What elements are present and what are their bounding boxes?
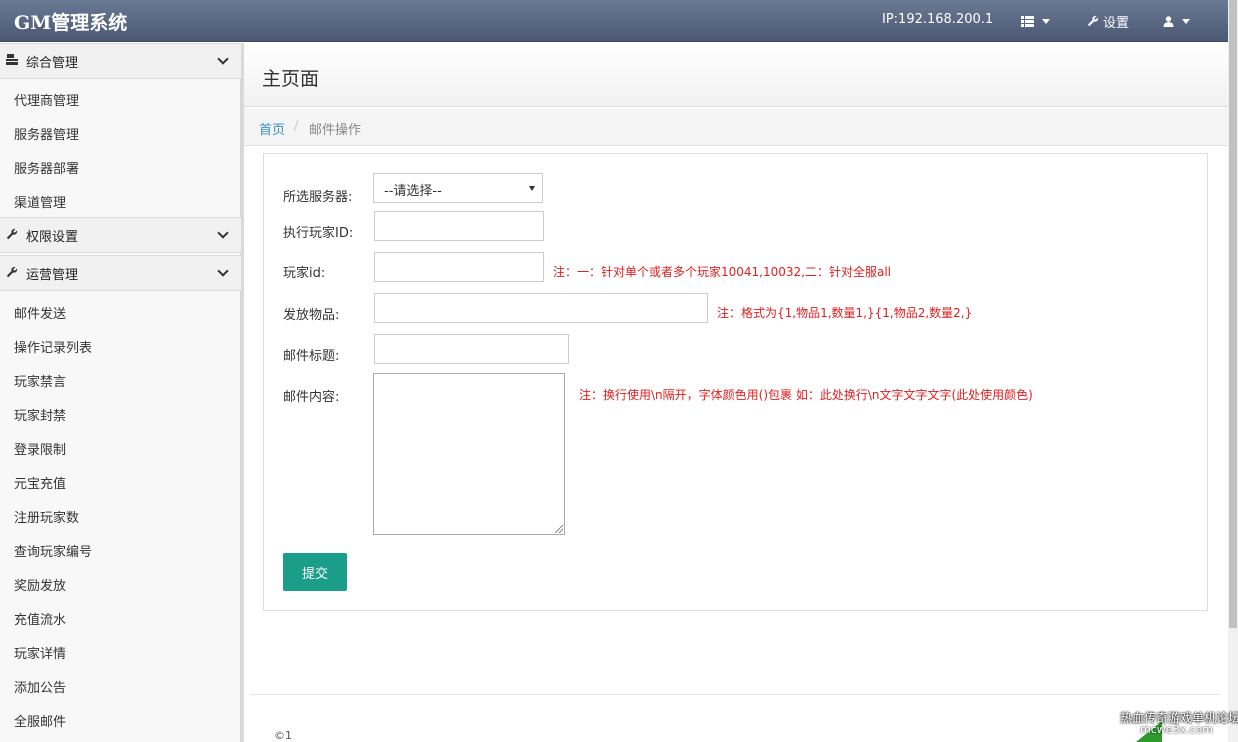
settings-button[interactable]: 设置 (1087, 10, 1129, 32)
sidebar-group-general[interactable]: 综合管理 (0, 43, 241, 79)
wrench-icon (1087, 15, 1099, 27)
chevron-down-icon (217, 265, 229, 277)
sidebar-divider (241, 43, 244, 742)
sidebar (0, 43, 241, 742)
user-menu-button[interactable] (1163, 10, 1190, 32)
page-title: 主页面 (262, 68, 320, 90)
brand-title[interactable]: GM管理系统 (14, 8, 127, 35)
sidebar-group-permissions[interactable]: 权限设置 (0, 217, 241, 253)
sidebar-item-registered-players[interactable]: 注册玩家数 (14, 507, 79, 526)
wrench-icon (4, 266, 20, 281)
dropdown-arrow-icon (529, 186, 535, 191)
server-select-value: --请选择-- (384, 184, 442, 199)
sidebar-item-login-limit[interactable]: 登录限制 (14, 439, 66, 458)
player-id-label: 执行玩家ID: (283, 226, 354, 241)
sidebar-item-player-details[interactable]: 玩家详情 (14, 643, 66, 662)
wrench-icon (4, 228, 20, 243)
mail-content-note: 注：换行使用\n隔开，字体颜色用()包裹 如：此处换行\n文字文字文字(此处使用… (579, 388, 1033, 402)
sidebar-item-player-ban[interactable]: 玩家封禁 (14, 405, 66, 424)
server-icon (4, 54, 20, 68)
items-input[interactable] (374, 293, 708, 323)
sidebar-item-player-mute[interactable]: 玩家禁言 (14, 371, 66, 390)
chevron-down-icon (217, 53, 229, 65)
server-select-label: 所选服务器: (283, 190, 353, 205)
breadcrumb-home-link[interactable]: 首页 (259, 119, 285, 138)
server-select[interactable]: --请选择-- (373, 173, 543, 203)
page-scrollbar[interactable] (1228, 0, 1238, 742)
mail-title-input[interactable] (374, 334, 569, 364)
watermark: 热血传奇游戏单机论坛 mcwe3x.com (1120, 705, 1238, 742)
sidebar-item-server-mail[interactable]: 全服邮件 (14, 711, 66, 730)
chevron-down-icon (1042, 18, 1050, 24)
sidebar-item-player-lookup[interactable]: 查询玩家编号 (14, 541, 92, 560)
footer-copyright: ©1 (274, 729, 292, 742)
mail-title-label: 邮件标题: (283, 349, 340, 364)
user-icon (1163, 15, 1174, 27)
mail-content-textarea[interactable] (373, 373, 565, 535)
sidebar-item-server-deploy[interactable]: 服务器部署 (14, 158, 79, 177)
sidebar-item-mail-send[interactable]: 邮件发送 (14, 303, 66, 322)
resize-grip-icon[interactable] (555, 525, 563, 533)
sidebar-item-recharge[interactable]: 元宝充值 (14, 473, 66, 492)
breadcrumb-current: 邮件操作 (309, 123, 362, 138)
scrollbar-thumb[interactable] (1229, 0, 1237, 628)
items-label: 发放物品: (283, 308, 340, 323)
sidebar-group-label: 综合管理 (26, 55, 79, 71)
player-id-input[interactable] (374, 211, 544, 241)
mail-content-label: 邮件内容: (283, 390, 340, 405)
sidebar-item-channels[interactable]: 渠道管理 (14, 192, 66, 211)
target-player-input[interactable] (374, 252, 544, 282)
sidebar-group-label: 运营管理 (26, 267, 79, 283)
sidebar-item-operation-log[interactable]: 操作记录列表 (14, 337, 92, 356)
sidebar-group-label: 权限设置 (26, 229, 79, 245)
top-navbar: GM管理系统 IP:192.168.200.1 设置 (0, 0, 1228, 42)
footer-divider (250, 694, 1220, 695)
list-icon (1021, 15, 1034, 27)
sidebar-item-servers[interactable]: 服务器管理 (14, 124, 79, 143)
ip-address: IP:192.168.200.1 (882, 12, 994, 27)
target-player-note: 注：一：针对单个或者多个玩家10041,10032,二：针对全服all (553, 265, 891, 279)
watermark-subtext: mcwe3x.com (1140, 723, 1214, 736)
breadcrumb-separator: / (294, 119, 299, 134)
page-header: 主页面 (244, 43, 1228, 107)
sidebar-item-add-notice[interactable]: 添加公告 (14, 677, 66, 696)
breadcrumb: 首页 / 邮件操作 (244, 108, 1228, 146)
submit-button[interactable]: 提交 (283, 553, 347, 591)
items-note: 注：格式为{1,物品1,数量1,}{1,物品2,数量2,} (717, 306, 973, 320)
sidebar-group-operations[interactable]: 运营管理 (0, 255, 241, 291)
chevron-down-icon (1182, 18, 1190, 24)
settings-label: 设置 (1103, 15, 1130, 31)
list-menu-button[interactable] (1021, 10, 1050, 32)
sidebar-item-rewards[interactable]: 奖励发放 (14, 575, 66, 594)
sidebar-item-agents[interactable]: 代理商管理 (14, 90, 79, 109)
chevron-down-icon (217, 227, 229, 239)
target-player-label: 玩家id: (283, 266, 326, 281)
sidebar-item-recharge-flow[interactable]: 充值流水 (14, 609, 66, 628)
